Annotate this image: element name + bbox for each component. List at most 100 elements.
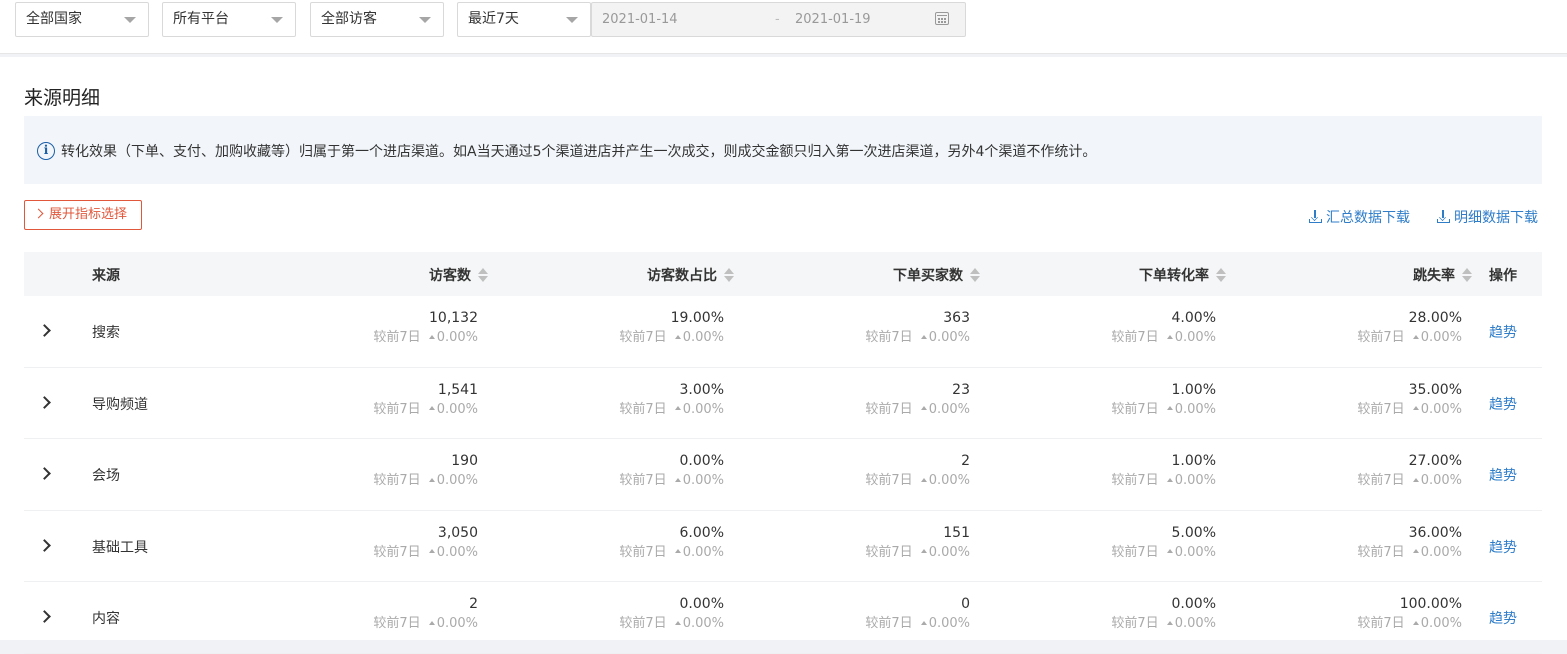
chevron-down-icon <box>566 17 578 23</box>
triangle-up-icon <box>920 334 927 339</box>
visitor-share-cell: 0.00% 较前7日 0.00% <box>619 452 724 492</box>
visitors-compare: 较前7日 0.00% <box>373 470 478 492</box>
table-row: 导购频道 1,541 较前7日 0.00% 3.00% 较前7日 0.00% 23 … <box>24 368 1542 439</box>
bounce-change: 0.00% <box>1420 401 1462 417</box>
triangle-up-icon <box>1166 334 1173 339</box>
source-name: 会场 <box>92 468 120 484</box>
trend-link[interactable]: 趋势 <box>1489 608 1517 628</box>
column-header-visitors-label: 访客数 <box>429 268 471 284</box>
compare-label: 较前7日 <box>1111 473 1159 488</box>
buyers-compare: 较前7日 0.00% <box>865 399 970 421</box>
buyers-cell: 363 较前7日 0.00% <box>865 309 970 349</box>
compare-label: 较前7日 <box>865 616 913 631</box>
compare-label: 较前7日 <box>865 473 913 488</box>
expand-row-icon[interactable] <box>38 538 51 552</box>
visitor-share-change: 0.00% <box>682 473 724 488</box>
buyers-value: 151 <box>943 524 970 541</box>
date-start[interactable]: 2021-01-14 <box>602 3 678 36</box>
column-header-conversion-label: 下单转化率 <box>1139 268 1209 284</box>
trend-link[interactable]: 趋势 <box>1489 465 1517 485</box>
expand-row-icon[interactable] <box>38 324 51 337</box>
date-range-picker[interactable]: 2021-01-14 - 2021-01-19 <box>591 2 966 37</box>
triangle-up-icon <box>1166 477 1173 482</box>
conversion-change: 0.00% <box>1174 473 1216 488</box>
country-select[interactable]: 全部国家 <box>15 2 149 37</box>
detail-download-link[interactable]: 明细数据下载 <box>1437 207 1538 227</box>
trend-link[interactable]: 趋势 <box>1489 394 1517 414</box>
buyers-change: 0.00% <box>928 473 970 488</box>
trend-link[interactable]: 趋势 <box>1489 537 1517 557</box>
conversion-value: 1.00% <box>1171 453 1216 469</box>
sort-icon[interactable] <box>724 268 734 282</box>
visitors-compare: 较前7日 0.00% <box>373 613 478 635</box>
info-banner: i 转化效果（下单、支付、加购收藏等）归属于第一个进店渠道。如A当天通过5个渠道… <box>24 116 1542 184</box>
visitors-cell: 2 较前7日 0.00% <box>373 595 478 635</box>
expand-metrics-button[interactable]: 展开指标选择 <box>24 200 142 230</box>
bounce-cell: 100.00% 较前7日 0.00% <box>1357 595 1462 635</box>
visitors-compare: 较前7日 0.00% <box>373 327 478 349</box>
buyers-compare: 较前7日 0.00% <box>865 327 970 349</box>
compare-label: 较前7日 <box>619 401 667 417</box>
triangle-up-icon <box>1412 334 1419 339</box>
column-header-buyers[interactable]: 下单买家数 <box>893 265 980 285</box>
country-select-value: 全部国家 <box>26 11 82 27</box>
triangle-up-icon <box>920 620 927 625</box>
visitors-change: 0.00% <box>436 473 478 488</box>
triangle-up-icon <box>1412 549 1419 553</box>
visitor-share-cell: 6.00% 较前7日 0.00% <box>619 524 724 564</box>
visitor-share-compare: 较前7日 0.00% <box>619 327 724 349</box>
summary-download-link[interactable]: 汇总数据下载 <box>1309 207 1410 227</box>
buyers-change: 0.00% <box>928 544 970 560</box>
visitor-share-cell: 0.00% 较前7日 0.00% <box>619 595 724 635</box>
expand-row-icon[interactable] <box>38 610 51 623</box>
visitors-value: 190 <box>451 453 478 469</box>
conversion-value: 0.00% <box>1171 596 1216 612</box>
expand-row-icon[interactable] <box>38 467 51 480</box>
visitor-select[interactable]: 全部访客 <box>310 2 444 37</box>
conversion-compare: 较前7日 0.00% <box>1111 327 1216 349</box>
bounce-value: 35.00% <box>1408 381 1462 398</box>
date-end[interactable]: 2021-01-19 <box>795 3 871 36</box>
column-header-conversion[interactable]: 下单转化率 <box>1139 265 1226 285</box>
period-select-value: 最近7天 <box>468 11 519 27</box>
triangle-up-icon <box>1412 477 1419 482</box>
expand-row-icon[interactable] <box>38 395 51 409</box>
source-name: 搜索 <box>92 325 120 341</box>
visitor-share-change: 0.00% <box>682 401 724 417</box>
visitor-share-value: 19.00% <box>670 310 724 326</box>
triangle-up-icon <box>674 549 681 553</box>
visitor-share-change: 0.00% <box>682 616 724 631</box>
platform-select[interactable]: 所有平台 <box>162 2 296 37</box>
period-select[interactable]: 最近7天 <box>457 2 591 37</box>
column-header-bounce[interactable]: 跳失率 <box>1413 265 1472 285</box>
buyers-change: 0.00% <box>928 401 970 417</box>
sort-icon[interactable] <box>970 268 980 282</box>
conversion-value: 1.00% <box>1171 381 1216 398</box>
column-header-action: 操作 <box>1489 268 1517 284</box>
triangle-up-icon <box>428 549 435 553</box>
compare-label: 较前7日 <box>1357 330 1405 345</box>
bounce-compare: 较前7日 0.00% <box>1357 542 1462 564</box>
sort-icon[interactable] <box>1462 268 1472 282</box>
column-header-visitor-share[interactable]: 访客数占比 <box>647 265 734 285</box>
visitors-change: 0.00% <box>436 330 478 345</box>
section-title: 来源明细 <box>24 87 101 109</box>
detail-download-label: 明细数据下载 <box>1454 210 1538 226</box>
bounce-value: 100.00% <box>1399 596 1462 612</box>
trend-link[interactable]: 趋势 <box>1489 322 1517 342</box>
sort-icon[interactable] <box>478 268 488 282</box>
compare-label: 较前7日 <box>1111 544 1159 560</box>
visitor-share-cell: 19.00% 较前7日 0.00% <box>619 309 724 349</box>
triangle-up-icon <box>674 477 681 482</box>
column-header-visitors[interactable]: 访客数 <box>429 265 488 285</box>
triangle-up-icon <box>1166 549 1173 553</box>
sort-icon[interactable] <box>1216 268 1226 282</box>
visitor-share-compare: 较前7日 0.00% <box>619 542 724 564</box>
calendar-icon[interactable] <box>935 12 949 25</box>
conversion-change: 0.00% <box>1174 616 1216 631</box>
buyers-value: 2 <box>961 453 970 469</box>
buyers-compare: 较前7日 0.00% <box>865 470 970 492</box>
conversion-cell: 1.00% 较前7日 0.00% <box>1111 381 1216 421</box>
visitors-change: 0.00% <box>436 401 478 417</box>
conversion-change: 0.00% <box>1174 330 1216 345</box>
